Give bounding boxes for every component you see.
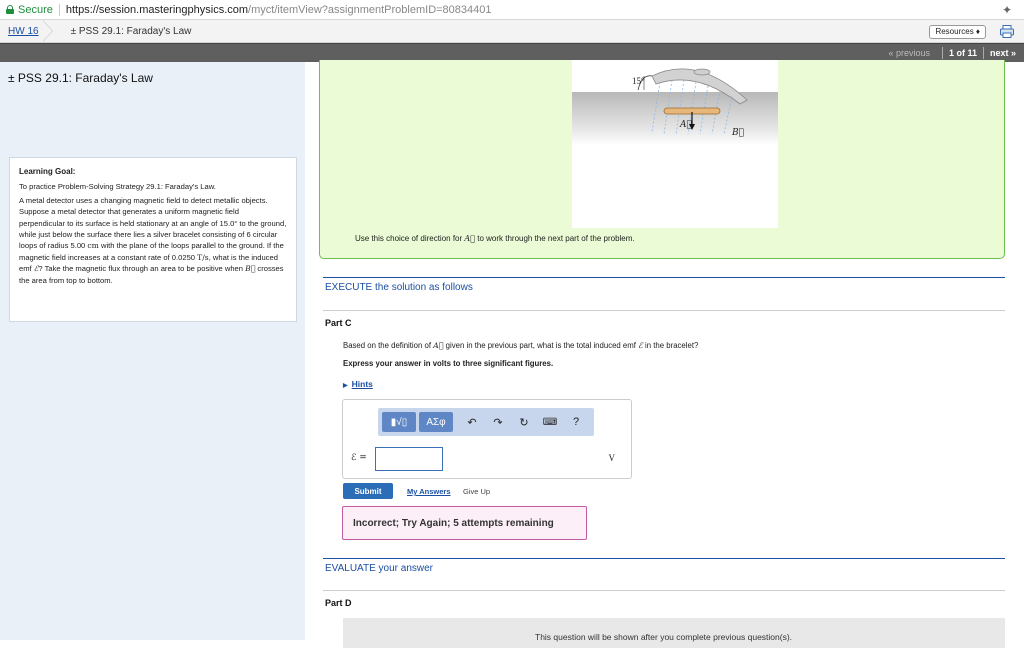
problem-statement: A metal detector uses a changing magneti… (19, 195, 287, 286)
a-symbol: A⃗ (464, 234, 475, 243)
question-text-2: given in the previous part, what is the … (445, 341, 636, 350)
url-host: https://session.masteringphysics.com (65, 3, 249, 16)
print-icon[interactable] (1000, 25, 1014, 38)
problem-count: 1 of 11 (948, 48, 977, 58)
question-text-1: Based on the definition of (343, 341, 431, 350)
feedback-message: Incorrect; Try Again; 5 attempts remaini… (342, 506, 587, 540)
give-up-link[interactable]: Give Up (463, 487, 490, 496)
direction-note-panel: 15° A⃗ B⃗ Use this choice of direction f… (319, 60, 1005, 259)
hints-label: Hints (351, 379, 373, 389)
breadcrumb-hw-link[interactable]: HW 16 (8, 26, 39, 37)
breadcrumb-arrow-icon (41, 19, 63, 43)
main-content: 15° A⃗ B⃗ Use this choice of direction f… (305, 60, 1024, 648)
metal-detector-figure: 15° A⃗ B⃗ (572, 60, 778, 228)
part-c-label: Part C (325, 318, 352, 328)
b-vector-label: B⃗ (732, 128, 745, 138)
page-title: ± PSS 29.1: Faraday's Law (8, 71, 153, 85)
redo-icon[interactable]: ↷ (489, 416, 507, 429)
address-bar[interactable]: Secure https://session.masteringphysics.… (0, 0, 1024, 20)
learning-goal-text: To practice Problem-Solving Strategy 29.… (19, 182, 216, 192)
emf-input-label: ℰ = (351, 453, 367, 463)
submit-button[interactable]: Submit (343, 483, 393, 499)
secure-label: Secure (18, 3, 53, 16)
previous-link[interactable]: « previous (888, 48, 930, 58)
divider (323, 590, 1005, 591)
lock-icon (6, 5, 14, 14)
breadcrumb-problem-title: ± PSS 29.1: Faraday's Law (70, 25, 192, 37)
url-path: /myct/itemView?assignmentProblemID=80834… (248, 3, 492, 16)
emf-answer-input[interactable] (375, 447, 443, 471)
part-c-instruction: Express your answer in volts to three si… (343, 359, 554, 368)
divider (323, 558, 1005, 559)
direction-text-1: Use this choice of direction for (355, 234, 463, 243)
my-answers-link[interactable]: My Answers (407, 487, 451, 496)
greek-symbols-button[interactable]: ΑΣφ (419, 412, 453, 432)
next-link[interactable]: next » (990, 48, 1016, 58)
math-toolbar: ▮√▯ ΑΣφ ↶ ↷ ↻ ⌨ ? (378, 408, 594, 436)
evaluate-heading: EVALUATE your answer (325, 563, 434, 574)
hints-link[interactable]: ▶ Hints (343, 379, 373, 389)
learning-goal-panel: Learning Goal: To practice Problem-Solvi… (9, 157, 297, 322)
keyboard-icon[interactable]: ⌨ (541, 417, 559, 428)
angle-label: 15° (632, 76, 645, 86)
unit-cm: cm (87, 241, 99, 251)
divider (982, 47, 984, 59)
divider (323, 277, 1005, 278)
a-vector-label: A⃗ (680, 120, 692, 130)
divider (323, 310, 1005, 311)
unit-ts: T/s (197, 252, 209, 262)
execute-heading: EXECUTE the solution as follows (325, 282, 473, 293)
divider (58, 3, 60, 16)
unit-label: V (608, 453, 616, 463)
extension-icon[interactable]: ✦ (1000, 3, 1014, 17)
part-c-question: Based on the definition of A⃗ given in t… (343, 341, 698, 350)
direction-note: Use this choice of direction for A⃗ to w… (355, 234, 635, 243)
direction-text-2: to work through the next part of the pro… (477, 234, 635, 243)
template-button[interactable]: ▮√▯ (382, 412, 416, 432)
reset-icon[interactable]: ↻ (515, 416, 533, 429)
part-d-label: Part D (325, 598, 352, 608)
learning-goal-heading: Learning Goal: (19, 167, 76, 176)
breadcrumb: HW 16 ± PSS 29.1: Faraday's Law Resource… (0, 19, 1024, 43)
part-d-locked-panel: This question will be shown after you co… (343, 618, 1005, 648)
chevron-right-icon: ▶ (343, 383, 348, 389)
undo-icon[interactable]: ↶ (463, 416, 481, 429)
problem-text-4: ? Take the magnetic flux through an area… (38, 264, 244, 274)
resources-dropdown[interactable]: Resources ♦ (929, 25, 986, 39)
figure-drawing (637, 68, 748, 135)
b-symbol: B⃗ (245, 264, 256, 274)
help-icon[interactable]: ? (567, 416, 585, 428)
question-text-3: in the bracelet? (645, 341, 699, 350)
emf-symbol: ℰ (638, 341, 643, 350)
locked-message: This question will be shown after you co… (535, 632, 793, 642)
divider (941, 47, 943, 59)
answer-panel: ▮√▯ ΑΣφ ↶ ↷ ↻ ⌨ ? ℰ = V (342, 399, 632, 479)
a-symbol: A⃗ (433, 341, 444, 350)
sidebar: ± PSS 29.1: Faraday's Law Learning Goal:… (0, 62, 305, 640)
